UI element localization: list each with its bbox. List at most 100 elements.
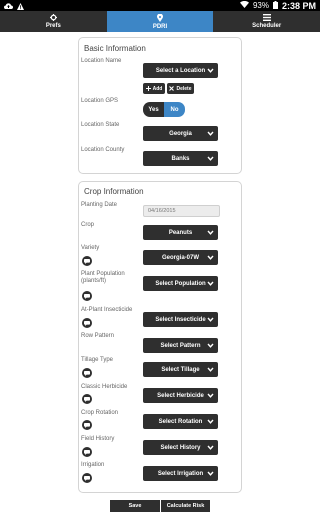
battery-icon [272, 0, 278, 11]
herbicide-note-button[interactable] [82, 394, 92, 404]
save-button[interactable]: Save [110, 500, 160, 512]
add-label: Add [152, 85, 163, 92]
crop-label: Crop [81, 222, 95, 228]
row-pattern-select[interactable]: Select Pattern [143, 338, 218, 353]
location-select-value: Select a Location [155, 67, 206, 74]
pdri-content[interactable]: Basic Information Location Name Select a… [0, 32, 320, 512]
tab-scheduler-label: Scheduler [252, 23, 282, 29]
chevron-down-icon [207, 419, 214, 424]
comment-icon [84, 293, 90, 299]
county-select[interactable]: Banks [143, 151, 218, 166]
chevron-down-icon [207, 445, 214, 450]
chevron-down-icon [207, 255, 214, 260]
planting-date-field[interactable]: 04/16/2015 [143, 205, 220, 217]
crop-information-card: Crop Information Planting Date 04/16/201… [78, 181, 242, 493]
insecticide-note-button[interactable] [82, 318, 92, 328]
irrigation-select-value: Select Irrigation [157, 470, 204, 477]
chevron-down-icon [207, 156, 214, 161]
chevron-down-icon [207, 471, 214, 476]
chevron-down-icon [207, 131, 214, 136]
comment-icon [84, 449, 90, 455]
clock-time: 2:38 PM [281, 0, 316, 11]
gear-icon [49, 14, 57, 21]
row-pattern-label: Row Pattern [81, 333, 115, 339]
comment-icon [84, 475, 90, 481]
gps-yes-option[interactable]: Yes [143, 102, 164, 117]
irrigation-label: Irrigation [81, 462, 105, 468]
tab-bar: Prefs PDRI Scheduler [0, 11, 320, 32]
planting-date-label: Planting Date [81, 202, 118, 208]
crop-select-value: Peanuts [168, 229, 193, 236]
chevron-down-icon [207, 68, 214, 73]
chevron-down-icon [207, 230, 214, 235]
comment-icon [84, 422, 90, 428]
chevron-down-icon [207, 367, 214, 372]
location-pin-icon [157, 13, 163, 22]
variety-label: Variety [81, 245, 100, 251]
delete-location-button[interactable]: Delete [167, 83, 194, 94]
county-select-value: Banks [171, 155, 190, 162]
population-note-button[interactable] [82, 291, 92, 301]
crop-rotation-label: Crop Rotation [81, 410, 119, 416]
tab-prefs[interactable]: Prefs [0, 11, 107, 32]
tab-pdri[interactable]: PDRI [106, 11, 214, 32]
rotation-select[interactable]: Select Rotation [143, 414, 218, 429]
tab-scheduler[interactable]: Scheduler [213, 11, 320, 32]
crop-information-title: Crop Information [84, 187, 144, 196]
gps-toggle[interactable]: Yes No [143, 102, 185, 117]
wifi-icon [239, 0, 249, 10]
battery-percent: 93% [252, 1, 269, 10]
location-name-label: Location Name [81, 58, 122, 64]
variety-select-value: Georgia-07W [161, 254, 199, 261]
comment-icon [84, 396, 90, 402]
tillage-type-label: Tillage Type [81, 357, 114, 363]
basic-information-title: Basic Information [84, 44, 146, 53]
tab-prefs-label: Prefs [45, 23, 61, 29]
tillage-note-button[interactable] [82, 368, 92, 378]
crop-select[interactable]: Peanuts [143, 225, 218, 240]
delete-label: Delete [176, 85, 192, 92]
comment-icon [84, 320, 90, 326]
plant-population-label: Plant Population (plants/ft) [81, 271, 125, 284]
insecticide-select-value: Select Insecticide [155, 316, 206, 323]
variety-note-button[interactable] [82, 256, 92, 266]
field-history-label: Field History [81, 436, 115, 442]
irrigation-select[interactable]: Select Irrigation [143, 466, 218, 481]
tillage-select[interactable]: Select Tillage [143, 362, 218, 377]
status-bar: 93% 2:38 PM [0, 0, 320, 11]
history-select-value: Select History [160, 444, 201, 451]
history-select[interactable]: Select History [143, 440, 218, 455]
classic-herbicide-label: Classic Herbicide [81, 384, 128, 390]
location-gps-label: Location GPS [81, 98, 119, 104]
herbicide-select-value: Select Herbicide [157, 392, 204, 399]
list-icon [262, 14, 271, 21]
state-select[interactable]: Georgia [143, 126, 218, 141]
comment-icon [84, 370, 90, 376]
rotation-select-value: Select Rotation [158, 418, 203, 425]
add-location-button[interactable]: Add [143, 83, 165, 94]
chevron-down-icon [207, 281, 214, 286]
history-note-button[interactable] [82, 447, 92, 457]
comment-icon [84, 258, 90, 264]
location-county-label: Location County [81, 147, 125, 153]
gps-no-option[interactable]: No [164, 102, 185, 117]
plant-population-select-value: Select Population [155, 280, 206, 287]
insecticide-select[interactable]: Select Insecticide [143, 312, 218, 327]
row-pattern-select-value: Select Pattern [160, 342, 201, 349]
insecticide-label: At-Plant Insecticide [81, 307, 133, 313]
state-select-value: Georgia [169, 130, 192, 137]
location-select[interactable]: Select a Location [143, 63, 218, 78]
irrigation-note-button[interactable] [82, 473, 92, 483]
calculate-risk-button[interactable]: Calculate Risk [161, 500, 210, 512]
location-state-label: Location State [81, 122, 120, 128]
close-icon [169, 86, 175, 91]
chevron-down-icon [207, 317, 214, 322]
variety-select[interactable]: Georgia-07W [143, 250, 218, 265]
tab-pdri-label: PDRI [152, 23, 168, 30]
rotation-note-button[interactable] [82, 420, 92, 430]
plant-population-select[interactable]: Select Population [143, 276, 218, 291]
basic-information-card: Basic Information Location Name Select a… [78, 37, 242, 174]
plus-icon [145, 86, 151, 91]
chevron-down-icon [207, 343, 214, 348]
herbicide-select[interactable]: Select Herbicide [143, 388, 218, 403]
